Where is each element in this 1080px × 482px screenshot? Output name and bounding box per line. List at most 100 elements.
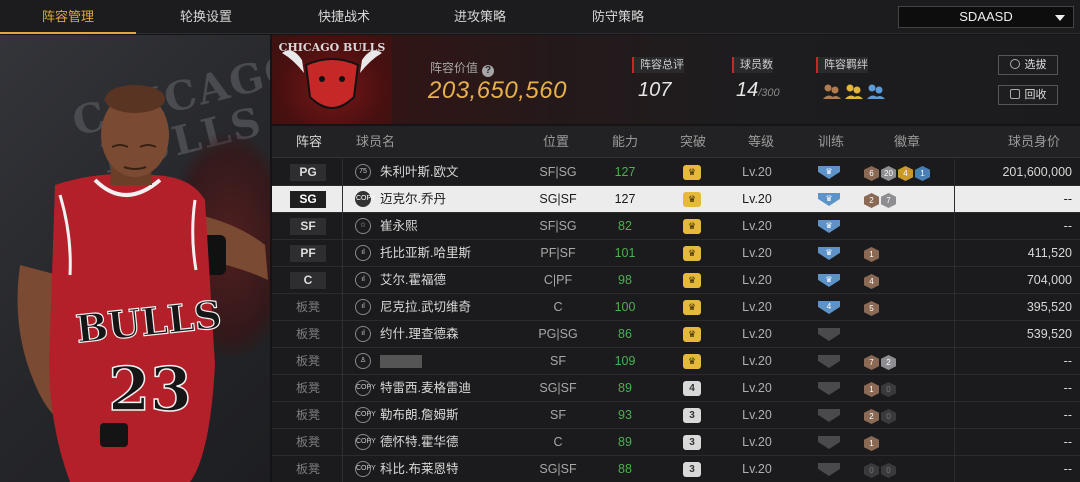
table-row[interactable]: 板凳 ♙ SF 109 ♛ Lv.20 7 2 --: [272, 348, 1080, 375]
row-divider: [342, 456, 343, 482]
badge-list[interactable]: 1: [864, 435, 881, 451]
bulls-logo-text: CHICAGO BULLS: [279, 41, 386, 54]
training-shield-icon[interactable]: [818, 328, 840, 341]
player-type-icon: ☆: [355, 218, 371, 234]
bond-icons[interactable]: [822, 81, 888, 101]
badge-list[interactable]: 00: [864, 462, 898, 478]
row-divider: [342, 321, 343, 348]
col-training[interactable]: 训练: [818, 126, 844, 158]
player-name[interactable]: 迈克尔.乔丹: [380, 186, 446, 213]
player-name[interactable]: 尼克拉.武切维奇: [380, 294, 471, 321]
table-row[interactable]: PG 75 朱利叶斯.欧文 SF|SG 127 ♛ Lv.20 ♛ 6 20 4 1 201,600,0…: [272, 159, 1080, 186]
col-breakthrough[interactable]: 突破: [680, 126, 706, 158]
player-value: 704,000: [1026, 273, 1072, 287]
player-name[interactable]: 约什.理查德森: [380, 321, 458, 348]
training-shield-icon[interactable]: ♛: [818, 247, 840, 260]
col-badges[interactable]: 徽章: [894, 126, 920, 158]
badge-list[interactable]: 27: [864, 192, 898, 208]
col-position[interactable]: 位置: [543, 126, 569, 158]
table-row[interactable]: 板凳 ıl 尼克拉.武切维奇 C 100 ♛ Lv.20 4 5 395,520: [272, 294, 1080, 321]
col-divider: [954, 294, 955, 321]
training-shield-icon[interactable]: [818, 355, 840, 368]
col-value[interactable]: 球员身价: [1008, 126, 1060, 158]
tab-lineup[interactable]: 阵容管理: [0, 0, 136, 34]
badge-list[interactable]: 4: [864, 273, 881, 289]
player-name[interactable]: 科比.布莱恩特: [380, 456, 458, 482]
training-shield-icon[interactable]: [818, 436, 840, 449]
tab-offense[interactable]: 进攻策略: [412, 0, 548, 34]
player-name[interactable]: 朱利叶斯.欧文: [380, 159, 458, 186]
table-row[interactable]: 板凳 COPY 勒布朗.詹姆斯 SF 93 3 Lv.20 2 0 --: [272, 402, 1080, 429]
badge-list[interactable]: 1: [864, 246, 881, 262]
player-name[interactable]: 德怀特.霍华德: [380, 429, 458, 456]
lineup-select[interactable]: SDAASD: [898, 6, 1074, 28]
training-shield-icon[interactable]: [818, 463, 840, 476]
col-slot[interactable]: 阵容: [296, 126, 322, 158]
badge-list[interactable]: 20: [864, 408, 898, 424]
training-shield-icon[interactable]: 4: [818, 301, 840, 314]
tab-defense[interactable]: 防守策略: [548, 0, 688, 34]
player-value: --: [1063, 408, 1072, 422]
player-name[interactable]: 艾尔.霍福德: [380, 267, 446, 294]
recycle-button[interactable]: 回收: [998, 85, 1058, 105]
player-position: SG|SF: [539, 381, 577, 395]
table-row[interactable]: 板凳 COPY 科比.布莱恩特 SG|SF 88 3 Lv.20 0 0 --: [272, 456, 1080, 482]
training-shield-icon[interactable]: [818, 409, 840, 422]
player-portrait: BULLS 23: [17, 85, 268, 482]
col-divider: [954, 456, 955, 482]
player-position: C: [553, 435, 563, 449]
player-name[interactable]: 托比亚斯.哈里斯: [380, 240, 471, 267]
player-type-icon: ıl: [355, 245, 371, 261]
badge-list[interactable]: 10: [864, 381, 898, 397]
select-button[interactable]: 选拔: [998, 55, 1058, 75]
row-divider: [342, 213, 343, 240]
crown-icon: ♛: [683, 219, 701, 234]
player-type-icon: 75: [355, 164, 371, 180]
table-row[interactable]: Cıl 艾尔.霍福德 C|PF 98 ♛ Lv.20 ♛ 4 704,000: [272, 267, 1080, 294]
player-ability: 127: [614, 192, 636, 206]
crown-icon: ♛: [683, 300, 701, 315]
table-row[interactable]: 板凳 COPY 特雷西.麦格雷迪 SG|SF 89 4 Lv.20 1 0 --: [272, 375, 1080, 402]
help-icon[interactable]: ?: [482, 65, 495, 77]
training-shield-icon[interactable]: ♛: [818, 166, 840, 179]
table-row[interactable]: PF ıl 托比亚斯.哈里斯 PF|SF 101 ♛ Lv.20 ♛ 1 411,520: [272, 240, 1080, 267]
jersey-number: 23: [108, 355, 192, 425]
col-name[interactable]: 球员名: [356, 126, 395, 158]
crown-icon: ♛: [683, 354, 701, 369]
badge-icon: 7: [864, 355, 879, 370]
overall-value: 107: [638, 79, 672, 101]
tab-quick-tactics[interactable]: 快捷战术: [276, 0, 412, 34]
col-ability[interactable]: 能力: [612, 126, 638, 158]
tab-rotation[interactable]: 轮换设置: [136, 0, 276, 34]
player-level: Lv.20: [742, 300, 772, 314]
player-ability: 86: [618, 327, 632, 341]
player-ability: 82: [618, 219, 632, 233]
training-shield-icon[interactable]: [818, 382, 840, 395]
training-shield-icon[interactable]: ♛: [818, 220, 840, 233]
table-row[interactable]: SF ☆ 崔永熙 SF|SG 82 ♛ Lv.20 ♛ --: [272, 213, 1080, 240]
badge-list[interactable]: 72: [864, 354, 898, 370]
team-value-label: 阵容价值?: [430, 59, 495, 77]
slot-label: PG: [290, 164, 326, 181]
training-shield-icon[interactable]: ♛: [818, 274, 840, 287]
team-value-label-text: 阵容价值: [430, 61, 479, 75]
table-row[interactable]: SG COPY 迈克尔.乔丹 SG|SF 127 ♛ Lv.20 ♛ 2 7 --: [272, 186, 1080, 213]
player-ability: 101: [614, 246, 636, 260]
badge-list[interactable]: 5: [864, 300, 881, 316]
player-name[interactable]: 勒布朗.詹姆斯: [380, 402, 458, 429]
player-name[interactable]: 特雷西.麦格雷迪: [380, 375, 471, 402]
row-divider: [342, 375, 343, 402]
badge-list[interactable]: 6 20 4 1: [864, 165, 932, 181]
table-row[interactable]: 板凳 COPY 德怀特.霍华德 C 89 3 Lv.20 1 --: [272, 429, 1080, 456]
row-divider: [342, 186, 343, 213]
badge-icon: 5: [864, 301, 879, 316]
training-shield-icon[interactable]: ♛: [818, 193, 840, 206]
badge-icon: 20: [881, 166, 896, 181]
player-ability: 98: [618, 273, 632, 287]
player-ability: 88: [618, 462, 632, 476]
player-level: Lv.20: [742, 192, 772, 206]
col-divider: [954, 240, 955, 267]
player-name[interactable]: 崔永熙: [380, 213, 418, 240]
col-level[interactable]: 等级: [748, 126, 774, 158]
table-row[interactable]: 板凳 ıl 约什.理查德森 PG|SG 86 ♛ Lv.20 539,520: [272, 321, 1080, 348]
